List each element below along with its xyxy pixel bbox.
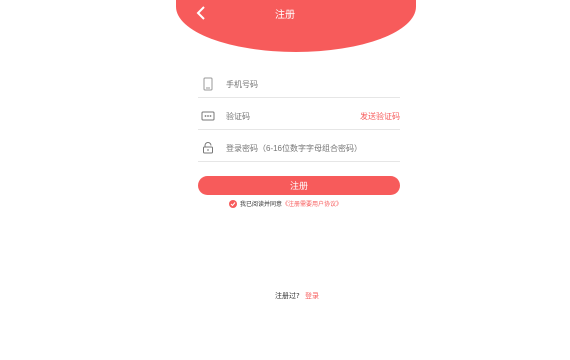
code-input[interactable] bbox=[218, 111, 360, 121]
phone-input[interactable] bbox=[218, 79, 400, 89]
login-link[interactable]: 登录 bbox=[305, 292, 319, 300]
agreement: 我已阅读并同意 《注册需要用户协议》 bbox=[229, 199, 342, 208]
login-prompt-text: 注册过? bbox=[275, 292, 300, 300]
agreement-link[interactable]: 《注册需要用户协议》 bbox=[282, 199, 342, 208]
phone-icon bbox=[198, 77, 218, 91]
register-button[interactable]: 注册 bbox=[198, 176, 400, 195]
password-input[interactable] bbox=[218, 143, 400, 153]
agreement-checkbox[interactable] bbox=[229, 199, 237, 208]
send-code-button[interactable]: 发送验证码 bbox=[360, 111, 400, 122]
message-icon bbox=[198, 111, 218, 121]
check-icon bbox=[230, 201, 236, 206]
page-title: 注册 bbox=[275, 10, 295, 21]
password-row bbox=[198, 135, 400, 162]
phone-row bbox=[198, 71, 400, 98]
lock-icon bbox=[198, 142, 218, 154]
code-row: 发送验证码 bbox=[198, 103, 400, 130]
login-prompt: 注册过? 登录 bbox=[275, 291, 319, 301]
agreement-prefix: 我已阅读并同意 bbox=[240, 201, 283, 208]
